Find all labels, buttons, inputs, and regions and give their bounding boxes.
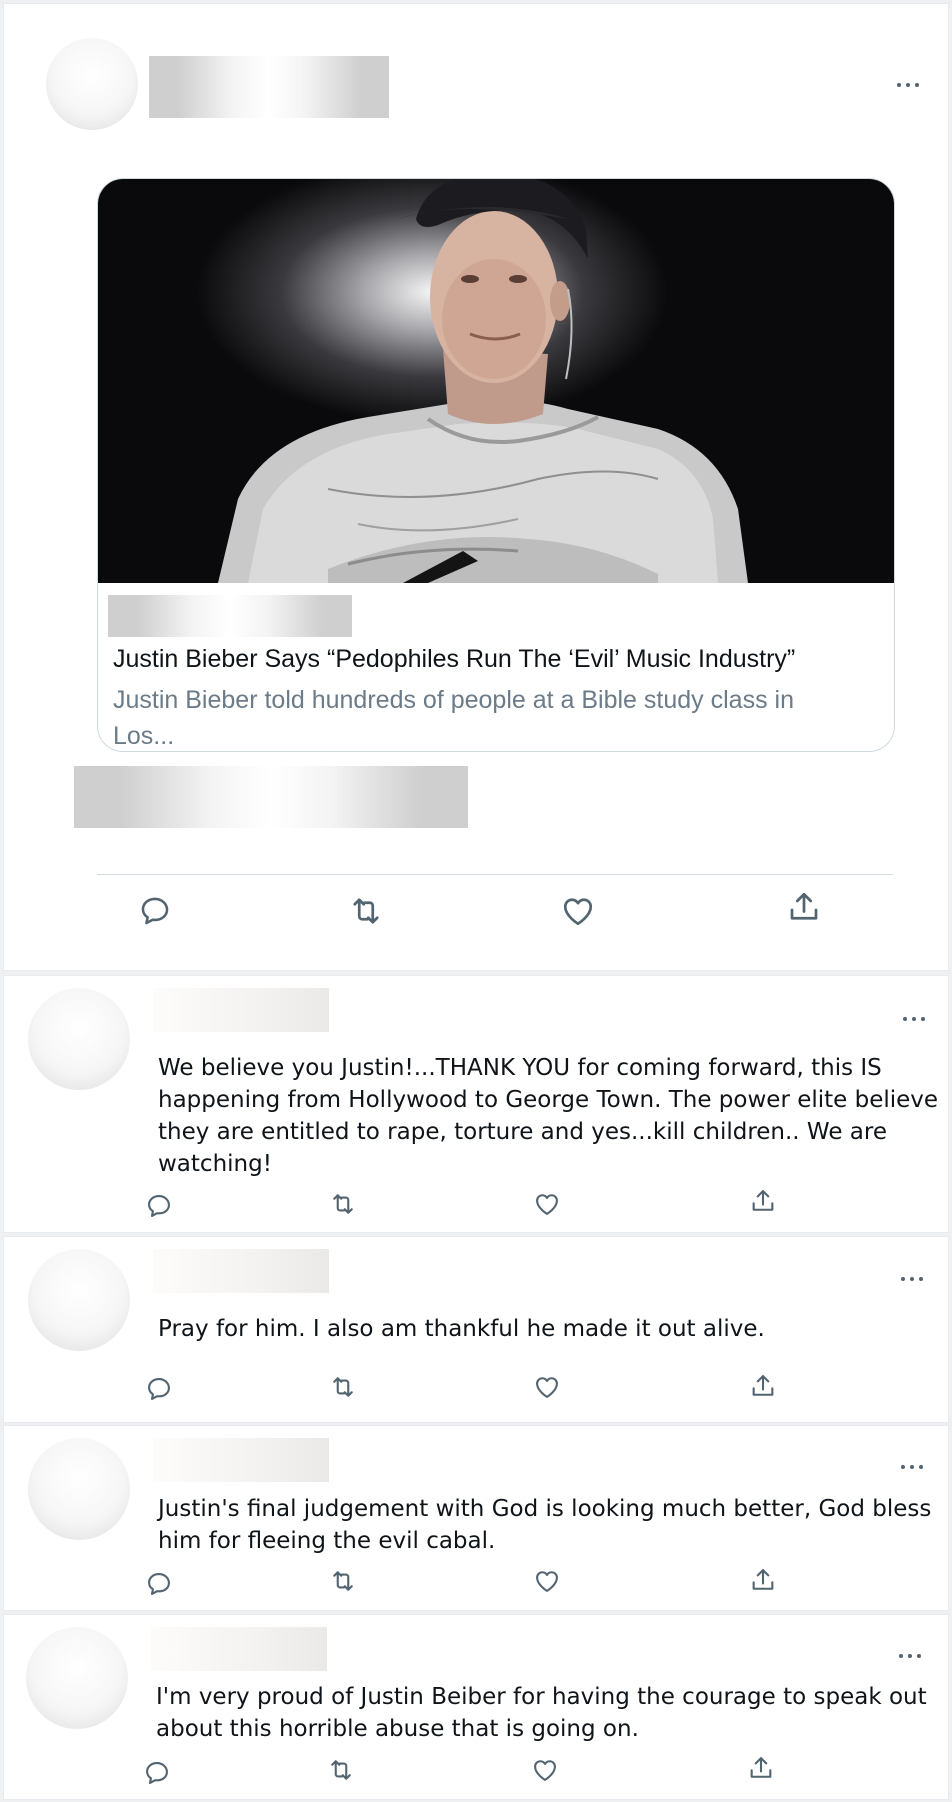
main-tweet: Justin Bieber Says “Pedophiles Run The ‘…: [3, 3, 949, 971]
share-icon[interactable]: [749, 1187, 777, 1215]
more-options-icon[interactable]: [899, 1651, 927, 1661]
retweet-icon[interactable]: [326, 1756, 356, 1784]
more-options-icon[interactable]: [901, 1462, 929, 1472]
more-options-icon[interactable]: [903, 1014, 931, 1024]
reply-icon[interactable]: [145, 1192, 173, 1220]
reply-tweet: I'm very proud of Justin Beiber for havi…: [3, 1614, 949, 1800]
like-icon[interactable]: [530, 1756, 560, 1784]
retweet-icon[interactable]: [328, 1190, 358, 1218]
share-icon[interactable]: [749, 1372, 777, 1400]
more-options-icon[interactable]: [901, 1274, 929, 1284]
reply-icon[interactable]: [138, 894, 172, 928]
share-icon[interactable]: [786, 889, 822, 925]
avatar[interactable]: [28, 1249, 130, 1351]
reply-tweet: Justin's final judgement with God is loo…: [3, 1425, 949, 1611]
like-icon[interactable]: [532, 1567, 562, 1595]
reply-icon[interactable]: [145, 1375, 173, 1403]
reply-icon[interactable]: [145, 1570, 173, 1598]
reply-tweet: Pray for him. I also am thankful he made…: [3, 1236, 949, 1423]
author-name-redacted[interactable]: [153, 1438, 329, 1482]
retweet-icon[interactable]: [347, 893, 385, 929]
like-icon[interactable]: [532, 1190, 562, 1218]
link-domain-redacted: [108, 595, 352, 637]
reply-tweet: We believe you Justin!...THANK YOU for c…: [3, 975, 949, 1233]
author-name-redacted[interactable]: [153, 988, 329, 1032]
retweet-icon[interactable]: [328, 1373, 358, 1401]
divider: [97, 874, 893, 875]
avatar[interactable]: [28, 1438, 130, 1540]
like-icon[interactable]: [532, 1373, 562, 1401]
link-preview-card[interactable]: Justin Bieber Says “Pedophiles Run The ‘…: [97, 178, 895, 752]
author-name-redacted[interactable]: [153, 1249, 329, 1293]
share-icon[interactable]: [747, 1754, 775, 1782]
article-photo: [98, 179, 894, 583]
like-icon[interactable]: [559, 893, 597, 929]
retweet-icon[interactable]: [328, 1567, 358, 1595]
timestamp-redacted: [74, 766, 468, 828]
link-title[interactable]: Justin Bieber Says “Pedophiles Run The ‘…: [113, 645, 795, 674]
reply-text: Pray for him. I also am thankful he made…: [158, 1316, 765, 1342]
reply-text: We believe you Justin!...THANK YOU for c…: [158, 1055, 939, 1177]
reply-text: I'm very proud of Justin Beiber for havi…: [156, 1684, 927, 1742]
author-name-redacted[interactable]: [149, 56, 389, 118]
avatar[interactable]: [46, 38, 138, 130]
reply-icon[interactable]: [143, 1759, 171, 1787]
avatar[interactable]: [28, 988, 130, 1090]
link-description: Justin Bieber told hundreds of people at…: [113, 686, 794, 750]
more-options-icon[interactable]: [897, 80, 925, 90]
reply-text: Justin's final judgement with God is loo…: [158, 1496, 932, 1554]
share-icon[interactable]: [749, 1566, 777, 1594]
avatar[interactable]: [26, 1627, 128, 1729]
author-name-redacted[interactable]: [151, 1627, 327, 1671]
